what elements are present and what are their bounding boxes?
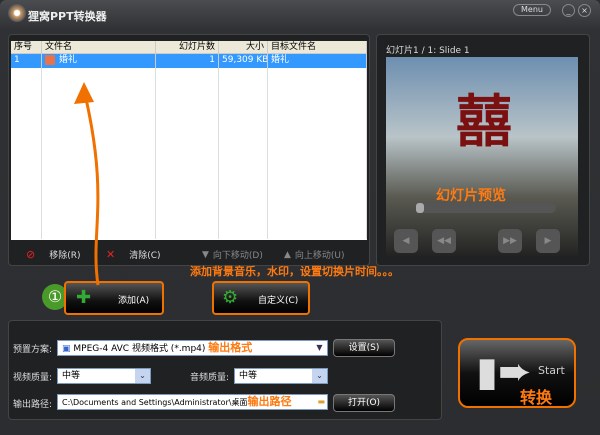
preset-annotation: 输出格式 bbox=[208, 341, 253, 354]
table-row[interactable]: 1 婚礼 1 59,309 KB 婚礼 bbox=[11, 54, 367, 68]
cell-size: 59,309 KB bbox=[219, 54, 268, 68]
col-index[interactable]: 序号 bbox=[11, 41, 42, 53]
preset-label: 预置方案: bbox=[13, 345, 53, 355]
menu-button[interactable]: Menu bbox=[513, 4, 551, 16]
forward-button[interactable]: ▶▶ bbox=[498, 229, 522, 253]
ppt-file-icon bbox=[45, 54, 55, 65]
minimize-button[interactable]: _ bbox=[562, 4, 575, 17]
down-icon: ▼ bbox=[202, 249, 209, 260]
output-annotation: 输出路径 bbox=[247, 395, 292, 408]
up-icon: ▲ bbox=[284, 249, 291, 260]
slide-label: 幻灯片1 / 1: Slide 1 bbox=[386, 46, 470, 56]
video-quality-value: 中等 bbox=[62, 371, 81, 381]
chevron-down-icon[interactable]: ⌄ bbox=[135, 369, 150, 383]
prev-button[interactable]: ◀ bbox=[394, 229, 418, 253]
app-window: 狸窝PPT转换器 Menu _ × 序号 文件名 幻灯片数 大小 目标文件名 1… bbox=[0, 0, 600, 435]
audio-quality-label: 音频质量: bbox=[190, 373, 230, 383]
clear-button[interactable]: ✕ 清除(C) bbox=[106, 248, 161, 261]
cell-target: 婚礼 bbox=[268, 54, 367, 68]
folder-icon[interactable]: ▬ bbox=[317, 395, 325, 409]
tools-icon: ⚙ bbox=[222, 287, 239, 308]
col-slides[interactable]: 幻灯片数 bbox=[156, 41, 219, 53]
chevron-down-icon[interactable]: ▼ bbox=[312, 341, 327, 355]
preset-value: MPEG-4 AVC 视频格式 (*.mp4) bbox=[73, 344, 206, 354]
list-header: 序号 文件名 幻灯片数 大小 目标文件名 bbox=[11, 41, 367, 54]
open-button[interactable]: 打开(O) bbox=[333, 394, 395, 412]
start-button[interactable]: ▮➨ Start 转换 bbox=[458, 338, 576, 408]
file-name: 婚礼 bbox=[59, 55, 78, 65]
playback-slider[interactable] bbox=[416, 203, 556, 213]
file-list[interactable]: 序号 文件名 幻灯片数 大小 目标文件名 1 婚礼 1 59,309 KB 婚礼 bbox=[11, 41, 367, 240]
cell-slides: 1 bbox=[156, 54, 219, 68]
output-path-label: 输出路径: bbox=[13, 400, 53, 410]
preview-annotation: 幻灯片预览 bbox=[436, 188, 506, 204]
col-target[interactable]: 目标文件名 bbox=[268, 41, 367, 53]
close-button[interactable]: × bbox=[578, 4, 591, 17]
col-size[interactable]: 大小 bbox=[219, 41, 268, 53]
settings-button[interactable]: 设置(S) bbox=[333, 339, 395, 357]
output-path-value: C:\Documents and Settings\Administrator\… bbox=[62, 398, 248, 407]
video-quality-label: 视频质量: bbox=[13, 373, 53, 383]
start-label: Start bbox=[538, 364, 565, 377]
clear-label: 清除(C) bbox=[129, 251, 161, 261]
output-path-input[interactable]: C:\Documents and Settings\Administrator\… bbox=[57, 394, 328, 410]
cell-name: 婚礼 bbox=[42, 54, 156, 68]
slide-overlay-text: 囍 bbox=[456, 90, 512, 155]
cell-index: 1 bbox=[11, 54, 42, 68]
next-button[interactable]: ▶ bbox=[536, 229, 560, 253]
move-down-label: 向下移动(D) bbox=[212, 251, 263, 261]
audio-quality-select[interactable]: 中等 ⌄ bbox=[234, 368, 328, 384]
move-down-button[interactable]: ▼ 向下移动(D) bbox=[202, 248, 263, 262]
add-file-icon: ✚ bbox=[76, 287, 92, 308]
app-logo-icon bbox=[8, 4, 26, 22]
video-quality-select[interactable]: 中等 ⌄ bbox=[57, 368, 151, 384]
preset-select[interactable]: ▣ MPEG-4 AVC 视频格式 (*.mp4) 输出格式 ▼ bbox=[57, 340, 328, 356]
annotation-arrow bbox=[74, 82, 100, 286]
col-name[interactable]: 文件名 bbox=[42, 41, 156, 53]
customize-label: 自定义(C) bbox=[258, 296, 299, 306]
rewind-button[interactable]: ◀◀ bbox=[432, 229, 456, 253]
customize-button[interactable]: ⚙ 自定义(C) bbox=[212, 281, 310, 315]
list-empty-area bbox=[11, 68, 367, 239]
audio-quality-value: 中等 bbox=[239, 371, 258, 381]
move-up-label: 向上移动(U) bbox=[294, 251, 345, 261]
start-label-cn: 转换 bbox=[520, 388, 553, 407]
move-up-button[interactable]: ▲ 向上移动(U) bbox=[284, 248, 345, 262]
app-title: 狸窝PPT转换器 bbox=[28, 10, 107, 23]
video-format-icon: ▣ bbox=[62, 344, 74, 354]
custom-annotation: 添加背景音乐，水印，设置切换片时间。。。 bbox=[190, 265, 399, 278]
remove-icon: ⊘ bbox=[26, 248, 36, 261]
chevron-down-icon[interactable]: ⌄ bbox=[312, 369, 327, 383]
slide-preview: 囍 幻灯片预览 ◀ ◀◀ ▶▶ ▶ bbox=[386, 57, 578, 257]
add-label: 添加(A) bbox=[118, 296, 150, 306]
